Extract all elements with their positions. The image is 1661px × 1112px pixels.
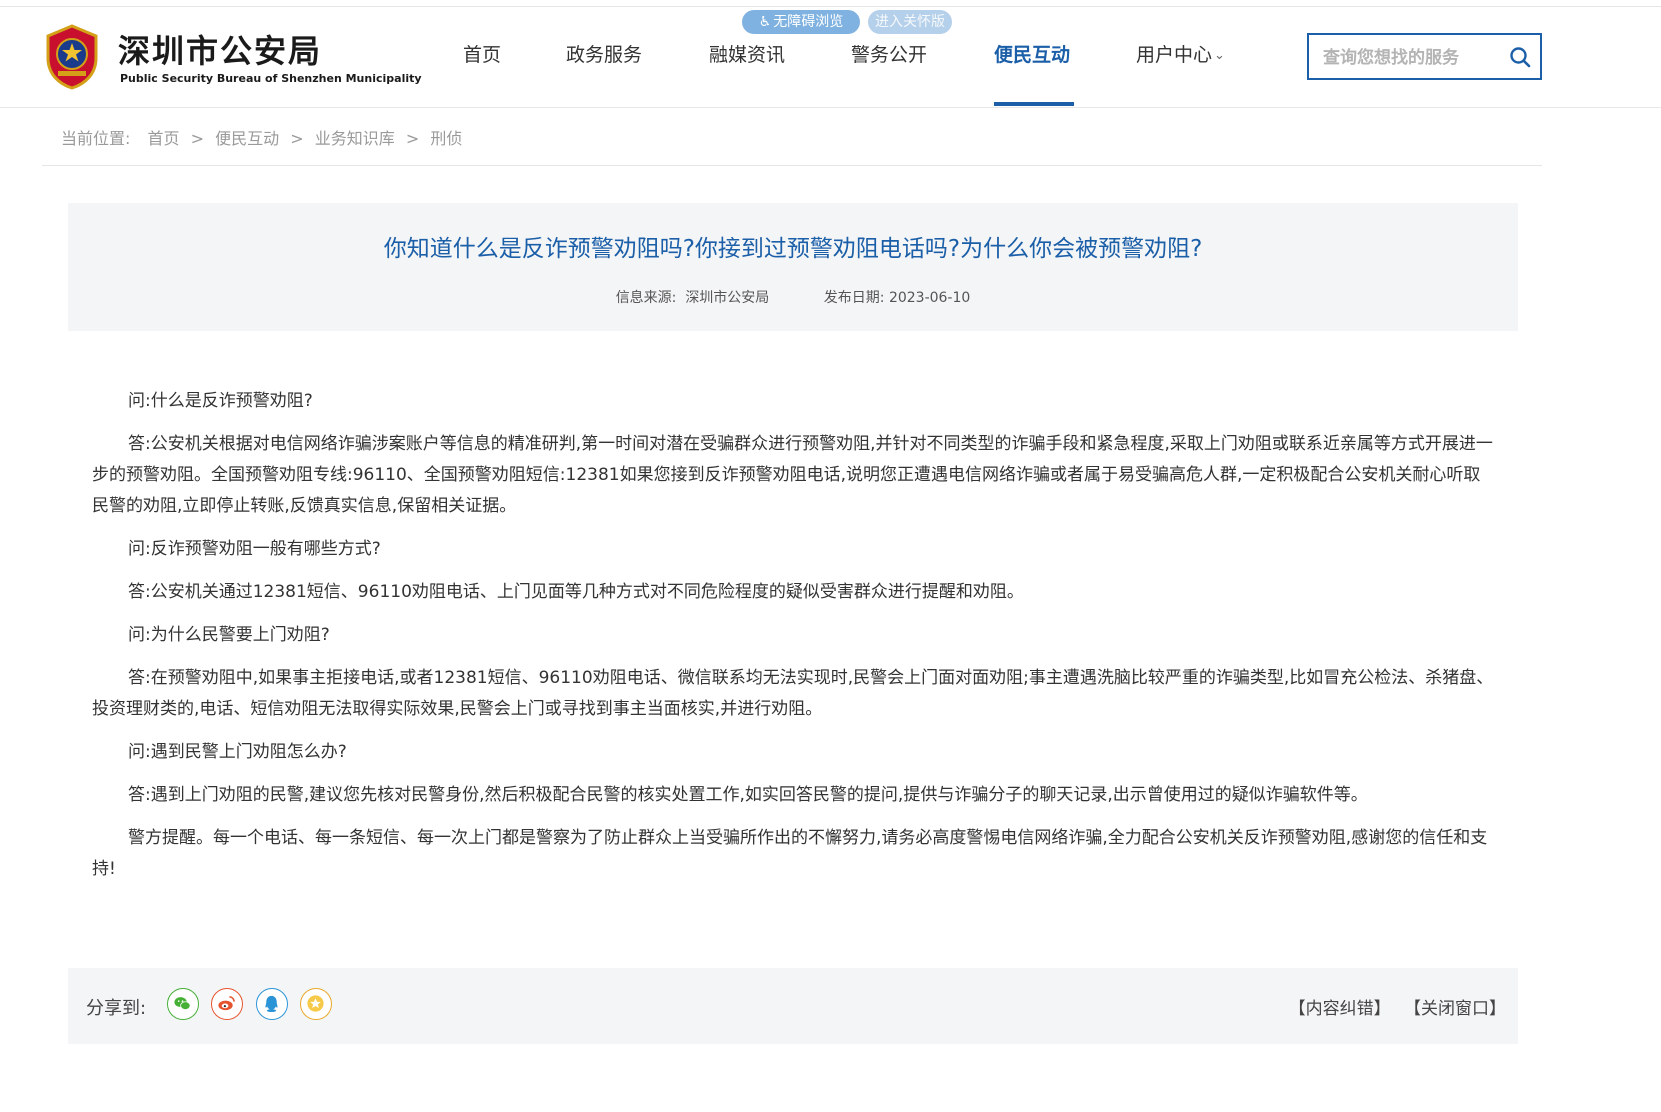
nav-item-user-center-label: 用户中心 bbox=[1136, 44, 1213, 66]
breadcrumb-separator: > bbox=[405, 129, 420, 148]
report-error-link[interactable]: 【内容纠错】 bbox=[1289, 999, 1391, 1019]
article-paragraph: 答:公安机关根据对电信网络诈骗涉案账户等信息的精准研判,第一时间对潜在受骗群众进… bbox=[92, 434, 1493, 516]
favorite-icon[interactable] bbox=[300, 988, 332, 1020]
wechat-icon[interactable] bbox=[167, 988, 199, 1020]
page-action-links: 【内容纠错】 【关闭窗口】 bbox=[1281, 994, 1506, 1019]
nav-item-police-affairs[interactable]: 警务公开 bbox=[851, 38, 927, 72]
chevron-down-icon: ⌄ bbox=[1214, 48, 1225, 63]
search-input[interactable] bbox=[1321, 45, 1500, 71]
article-paragraph: 问:反诈预警劝阻一般有哪些方式? bbox=[128, 539, 381, 559]
article-paragraph: 答:遇到上门劝阻的民警,建议您先核对民警身份,然后积极配合民警的核实处置工作,如… bbox=[128, 785, 1368, 805]
article-paragraph: 答:公安机关通过12381短信、96110劝阻电话、上门见面等几种方式对不同危险… bbox=[128, 582, 1024, 602]
share-bar: 分享到: 【内容纠错】 【关闭窗口】 bbox=[68, 968, 1518, 1044]
care-mode-button[interactable]: 进入关怀版 bbox=[868, 10, 952, 34]
article-source: 信息来源: 深圳市公安局 bbox=[616, 290, 770, 306]
top-divider bbox=[0, 6, 1661, 7]
nav-item-gov-services[interactable]: 政务服务 bbox=[566, 38, 642, 72]
search-icon[interactable] bbox=[1508, 45, 1532, 69]
breadcrumb-public-interaction[interactable]: 便民互动 bbox=[215, 129, 279, 148]
article-body: 问:什么是反诈预警劝阻? 答:公安机关根据对电信网络诈骗涉案账户等信息的精准研判… bbox=[92, 386, 1496, 897]
breadcrumb-separator: > bbox=[290, 129, 304, 148]
breadcrumb-knowledge-base[interactable]: 业务知识库 bbox=[315, 129, 395, 148]
police-emblem-icon[interactable] bbox=[42, 24, 102, 90]
share-label: 分享到: bbox=[86, 998, 147, 1019]
article-date: 发布日期: 2023-06-10 bbox=[824, 290, 971, 306]
header-divider bbox=[0, 107, 1661, 108]
nav-item-public-interaction[interactable]: 便民互动 bbox=[994, 38, 1070, 72]
breadcrumb-prefix: 当前位置: bbox=[61, 129, 131, 148]
wheelchair-icon: ♿ bbox=[758, 14, 772, 30]
nav-item-media-news[interactable]: 融媒资讯 bbox=[709, 38, 785, 72]
barrier-free-label: 无障碍浏览 bbox=[773, 14, 844, 30]
site-logo-title[interactable]: 深圳市公安局 bbox=[118, 26, 322, 72]
search-box bbox=[1307, 33, 1542, 80]
article-title: 你知道什么是反诈预警劝阻吗?你接到过预警劝阻电话吗?为什么你会被预警劝阻? bbox=[383, 236, 1203, 262]
nav-item-home[interactable]: 首页 bbox=[463, 38, 501, 72]
source-label: 信息来源: bbox=[615, 290, 677, 306]
source-value: 深圳市公安局 bbox=[685, 290, 770, 306]
article-paragraph: 答:在预警劝阻中,如果事主拒接电话,或者12381短信、96110劝阻电话、微信… bbox=[92, 668, 1494, 719]
breadcrumb: 当前位置: 首页 > 便民互动 > 业务知识库 > 刑侦 bbox=[61, 125, 462, 149]
site-logo-subtitle: Public Security Bureau of Shenzhen Munic… bbox=[120, 72, 422, 85]
barrier-free-button[interactable]: ♿ 无障碍浏览 bbox=[742, 10, 860, 34]
article-paragraph: 问:什么是反诈预警劝阻? bbox=[128, 391, 313, 411]
breadcrumb-separator: > bbox=[190, 129, 205, 148]
breadcrumb-home[interactable]: 首页 bbox=[148, 129, 180, 148]
article-meta: 信息来源: 深圳市公安局 发布日期: 2023-06-10 bbox=[68, 287, 1518, 307]
weibo-icon[interactable] bbox=[211, 988, 243, 1020]
article-paragraph: 问:遇到民警上门劝阻怎么办? bbox=[128, 742, 347, 762]
breadcrumb-criminal-investigation[interactable]: 刑侦 bbox=[430, 129, 462, 148]
nav-item-user-center[interactable]: 用户中心 ⌄ bbox=[1136, 38, 1225, 72]
date-label: 发布日期: bbox=[823, 290, 885, 306]
date-value: 2023-06-10 bbox=[888, 290, 971, 306]
breadcrumb-divider bbox=[42, 165, 1542, 166]
qq-icon[interactable] bbox=[256, 988, 288, 1020]
article-header: 你知道什么是反诈预警劝阻吗?你接到过预警劝阻电话吗?为什么你会被预警劝阻? 信息… bbox=[68, 203, 1518, 331]
article-paragraph: 问:为什么民警要上门劝阻? bbox=[128, 625, 330, 645]
close-window-link[interactable]: 【关闭窗口】 bbox=[1404, 999, 1506, 1019]
article-paragraph: 警方提醒。每一个电话、每一条短信、每一次上门都是警察为了防止群众上当受骗所作出的… bbox=[92, 828, 1488, 879]
active-nav-indicator bbox=[994, 102, 1074, 106]
